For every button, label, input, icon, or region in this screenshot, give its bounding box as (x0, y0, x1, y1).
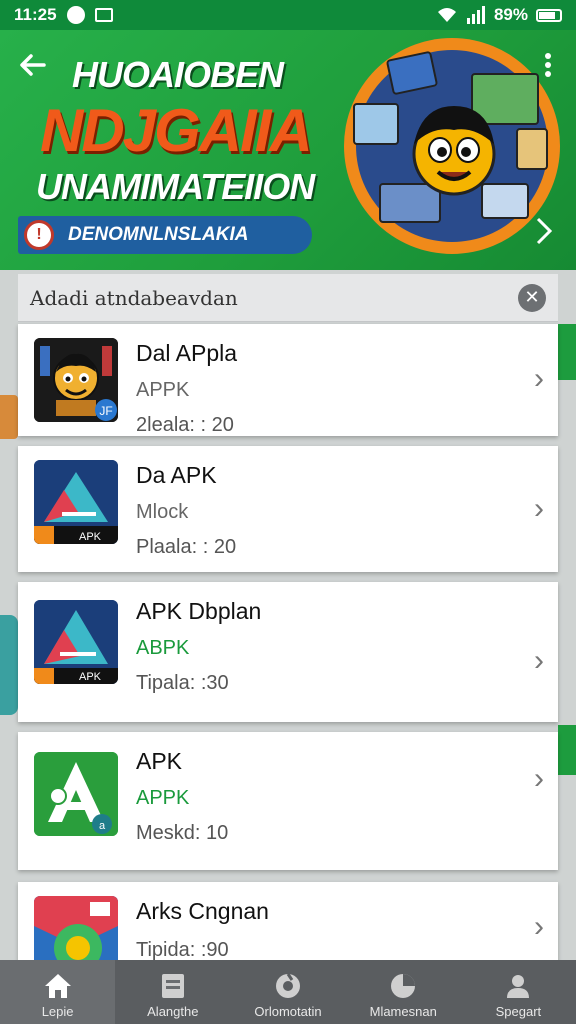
chevron-right-icon[interactable]: › (534, 762, 544, 796)
app-type: APPK (136, 787, 190, 809)
svg-text:JF: JF (99, 404, 112, 418)
app-meta: 2leala: : 20 (136, 414, 234, 436)
home-icon (43, 972, 73, 1000)
nav-item-stats[interactable]: Mlamesnan (346, 960, 461, 1024)
banner-title-line2: NDJGAIIA (40, 97, 313, 164)
banner-title-line3: UNAMIMATEIION (36, 166, 315, 207)
carousel-peek-right (558, 324, 576, 380)
bottom-navigation: Lepie Alangthe Orlomotatin Mlamesnan Spe… (0, 960, 576, 1024)
app-meta: Tipida: :90 (136, 939, 229, 961)
nav-label: Spegart (495, 1004, 542, 1019)
chart-icon (388, 972, 418, 1000)
chevron-right-icon[interactable]: › (534, 910, 544, 944)
close-icon[interactable]: ✕ (518, 283, 546, 312)
app-name: APK (136, 748, 183, 774)
app-list-item[interactable]: APK APK Dbplan ABPK Tipala: :30 › (18, 582, 558, 722)
svg-text:a: a (99, 820, 106, 832)
app-type: ABPK (136, 637, 190, 659)
battery-icon (536, 8, 562, 22)
signal-icon (466, 6, 485, 24)
status-time: 11:25 (14, 5, 57, 24)
carousel-peek-right (558, 725, 576, 775)
svg-text:APK: APK (79, 671, 102, 683)
carousel-peek-left (0, 615, 18, 715)
chevron-right-icon[interactable]: › (534, 492, 544, 526)
nav-label: Orlomotatin (254, 1004, 322, 1019)
chevron-right-icon[interactable]: › (534, 362, 544, 396)
nav-label: Mlamesnan (369, 1004, 437, 1019)
app-meta: Plaala: : 20 (136, 536, 237, 558)
notification-icon (66, 6, 85, 24)
app-icon: a (34, 752, 118, 836)
nav-label: Alangthe (147, 1004, 199, 1019)
nav-label: Lepie (41, 1004, 74, 1019)
app-icon: APK (34, 460, 118, 544)
app-list-item[interactable]: a APK APPK Meskd: 10 › (18, 732, 558, 870)
hero-banner[interactable]: HUOAIOBEN NDJGAIIA UNAMIMATEIION ! DENOM… (0, 30, 576, 270)
app-name: Arks Cngnan (136, 898, 269, 924)
battery-percent: 89% (493, 5, 528, 24)
nav-item-home[interactable]: Lepie (0, 960, 116, 1024)
document-icon (158, 972, 188, 1000)
chevron-right-icon[interactable]: › (534, 644, 544, 678)
carousel-peek-left (0, 395, 18, 439)
info-icon: ! (24, 220, 54, 250)
status-bar: 11:25 89% (0, 0, 576, 30)
app-list-item[interactable]: APK Da APK Mlock Plaala: : 20 › (18, 446, 558, 572)
app-icon: APK (34, 600, 118, 684)
app-type: Mlock (136, 501, 189, 523)
filter-bar[interactable]: Adadi atndabeavdan ✕ (18, 274, 558, 322)
banner-pill-button[interactable]: ! DENOMNLNSLAKIA (18, 216, 312, 254)
banner-mascot-illustration (344, 38, 560, 254)
nav-item-documents[interactable]: Alangthe (115, 960, 230, 1024)
app-list-item[interactable]: Arks Cngnan Tipida: :90 › (18, 882, 558, 980)
person-icon (503, 972, 533, 1000)
back-arrow-icon[interactable] (18, 50, 52, 84)
svg-text:APK: APK (79, 531, 102, 543)
app-name: APK Dbplan (136, 598, 262, 624)
nav-item-settings[interactable]: Orlomotatin (230, 960, 345, 1024)
app-meta: Tipala: :30 (136, 672, 229, 694)
settings-icon (273, 972, 303, 1000)
nav-item-profile[interactable]: Spegart (461, 960, 576, 1024)
app-meta: Meskd: 10 (136, 822, 229, 844)
app-type: APPK (136, 379, 190, 401)
media-icon (94, 8, 113, 22)
app-name: Dal APpla (136, 340, 238, 366)
app-icon: JF (34, 338, 118, 422)
banner-pill-label: DENOMNLNSLAKIA (68, 224, 249, 245)
app-name: Da APK (136, 462, 217, 488)
chevron-right-icon[interactable] (534, 216, 554, 255)
app-list-item[interactable]: JF Dal APpla APPK 2leala: : 20 › (18, 324, 558, 436)
filter-label: Adadi atndabeavdan (30, 285, 238, 310)
banner-title-line1: HUOAIOBEN (72, 54, 284, 95)
wifi-icon (437, 8, 456, 22)
